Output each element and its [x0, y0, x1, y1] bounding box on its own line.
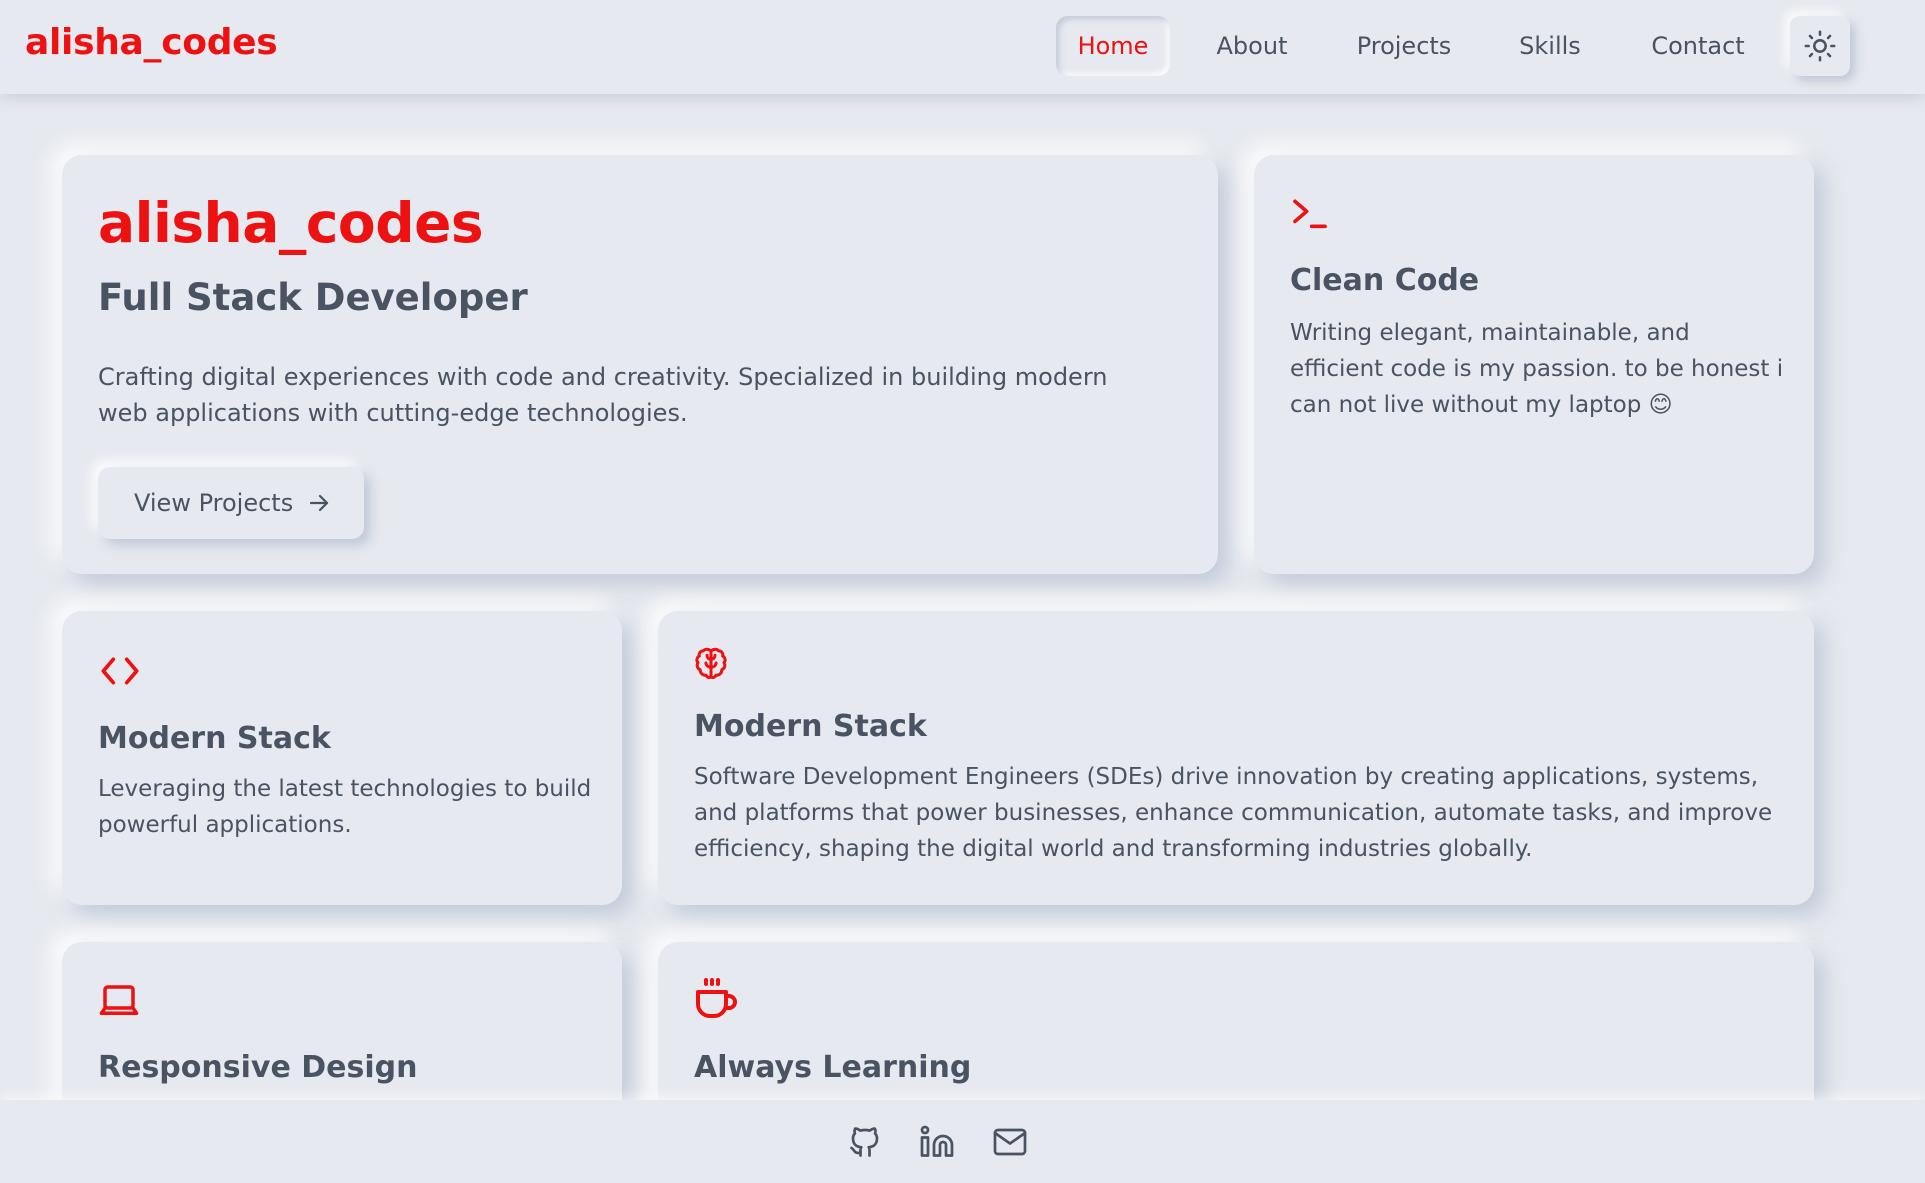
- site-footer: [0, 1100, 1925, 1183]
- view-projects-button[interactable]: View Projects: [98, 467, 364, 539]
- brain-icon: [695, 647, 727, 680]
- hero-description: Crafting digital experiences with code a…: [98, 363, 1108, 427]
- brand-logo[interactable]: alisha_codes: [25, 22, 278, 63]
- hero-subtitle: Full Stack Developer: [98, 276, 528, 319]
- nav-about[interactable]: About: [1200, 16, 1304, 76]
- hero-title: alisha_codes: [98, 191, 484, 255]
- theme-toggle-button[interactable]: [1790, 16, 1850, 76]
- linkedin-link[interactable]: [917, 1122, 957, 1162]
- nav-skills[interactable]: Skills: [1504, 16, 1596, 76]
- github-icon: [850, 1127, 879, 1157]
- card-text: Leveraging the latest technologies to bu…: [98, 776, 592, 838]
- card-title: Modern Stack: [98, 721, 331, 756]
- terminal-icon: [1293, 199, 1327, 229]
- nav-contact[interactable]: Contact: [1640, 16, 1756, 76]
- github-link[interactable]: [845, 1122, 885, 1162]
- code-icon: [101, 657, 139, 685]
- mail-icon: [993, 1128, 1027, 1156]
- card-text: Software Development Engineers (SDEs) dr…: [694, 764, 1773, 862]
- card-title: Clean Code: [1290, 263, 1480, 298]
- portfolio-page: alisha_codes Home About Projects Skills …: [0, 0, 1925, 1183]
- arrow-right-icon: [310, 494, 329, 512]
- hero-card: alisha_codes Full Stack Developer Crafti…: [62, 155, 1218, 574]
- feature-card-sde: Modern Stack Software Development Engine…: [658, 611, 1814, 905]
- view-projects-label: View Projects: [134, 489, 294, 517]
- site-header: alisha_codes Home About Projects Skills …: [0, 0, 1925, 94]
- feature-card-clean-code: Clean Code Writing elegant, maintainable…: [1254, 155, 1814, 574]
- card-title: Modern Stack: [694, 709, 927, 744]
- mail-link[interactable]: [990, 1122, 1030, 1162]
- nav-projects[interactable]: Projects: [1340, 16, 1468, 76]
- card-title: Always Learning: [694, 1050, 972, 1085]
- feature-card-modern-stack: Modern Stack Leveraging the latest techn…: [62, 611, 622, 905]
- card-title: Responsive Design: [98, 1050, 418, 1085]
- coffee-icon: [696, 978, 737, 1018]
- linkedin-icon: [920, 1125, 954, 1157]
- laptop-icon: [99, 985, 139, 1015]
- sun-icon: [1804, 30, 1836, 62]
- card-text: Writing elegant, maintainable, and effic…: [1290, 320, 1784, 418]
- nav-home[interactable]: Home: [1056, 16, 1170, 76]
